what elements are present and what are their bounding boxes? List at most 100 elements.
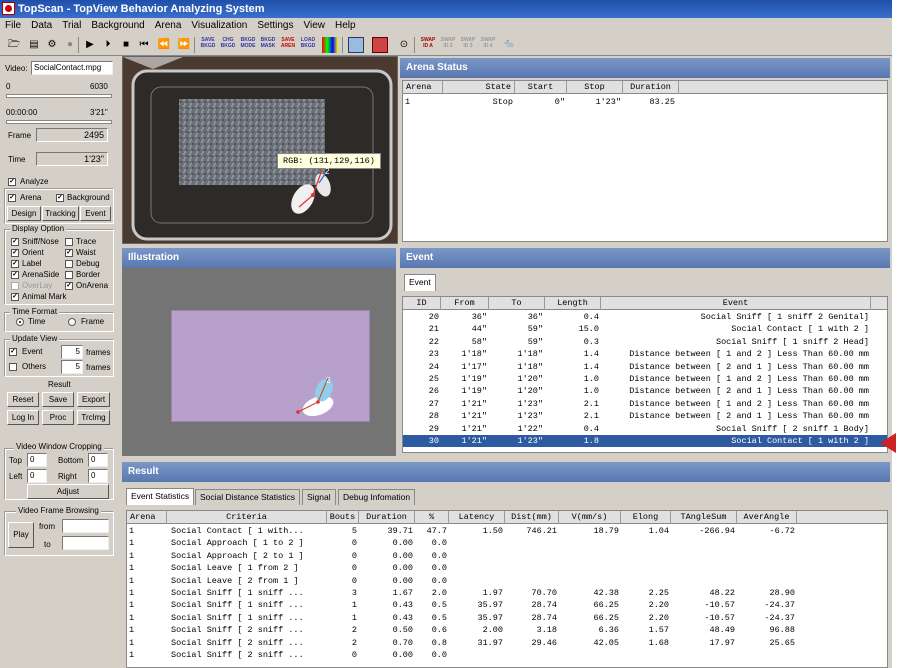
col-arena[interactable]: Arena: [403, 81, 443, 94]
border-checkbox[interactable]: [65, 271, 73, 279]
analyze-checkbox[interactable]: ✓: [8, 178, 16, 186]
table-row[interactable]: 29 1'21" 1'22" 0.4 Social Sniff [ 2 sniff 1 …: [403, 423, 887, 435]
bkgd-mode-icon[interactable]: BKGD MODE: [240, 37, 256, 53]
col-velocity[interactable]: V(mm/s): [559, 511, 621, 524]
reset-button[interactable]: Reset: [7, 392, 39, 407]
frame-slider[interactable]: [6, 94, 112, 98]
col-id[interactable]: ID: [403, 297, 441, 310]
background-checkbox[interactable]: ✓: [56, 194, 64, 202]
trclmg-button[interactable]: Trclmg: [77, 410, 110, 425]
uv-event-checkbox[interactable]: ✓: [9, 348, 17, 356]
video-view[interactable]: RGB: (131,129,116) 2: [122, 56, 398, 244]
adjust-button[interactable]: Adjust: [27, 484, 109, 499]
onarena-checkbox[interactable]: ✓: [65, 282, 73, 290]
menu-data[interactable]: Data: [26, 18, 57, 34]
table-row[interactable]: 1 Social Sniff [ 2 sniff ... 2 0.70 0.8 31.97…: [127, 637, 887, 649]
swap-id3-icon[interactable]: SWAP ID 3: [460, 37, 476, 53]
debug-checkbox[interactable]: [65, 260, 73, 268]
frame-radio[interactable]: [68, 318, 76, 326]
waist-checkbox[interactable]: ✓: [65, 249, 73, 257]
swap-id2-icon[interactable]: SWAP ID 2: [440, 37, 456, 53]
table-row[interactable]: 1 Social Leave [ 2 from 1 ] 0 0.00 0.0: [127, 575, 887, 587]
chg-bkgd-icon[interactable]: CHG BKGD: [220, 37, 236, 53]
orient-checkbox[interactable]: ✓: [11, 249, 19, 257]
table-row[interactable]: 1 Social Sniff [ 2 sniff ... 0 0.00 0.0: [127, 649, 887, 661]
table-row[interactable]: 1 Social Sniff [ 2 sniff ... 2 0.50 0.6 2.00 3…: [127, 624, 887, 636]
table-row[interactable]: 27 1'21" 1'23" 2.1 Distance between [ 1 and …: [403, 398, 887, 410]
crop-right-field[interactable]: 0: [88, 469, 108, 483]
rewind-icon[interactable]: ⏪: [156, 37, 172, 53]
animal-icon[interactable]: 🐀: [502, 37, 518, 53]
load-bkgd-icon[interactable]: LOAD BKGD: [300, 37, 316, 53]
animal-mark-checkbox[interactable]: ✓: [11, 293, 19, 301]
menu-view[interactable]: View: [299, 18, 331, 34]
record-icon[interactable]: ●: [62, 37, 78, 53]
swap-id-icon[interactable]: SWAP ID A: [420, 37, 436, 53]
table-row[interactable]: 1 Social Sniff [ 1 sniff ... 3 1.67 2.0 1.97 7…: [127, 587, 887, 599]
open-folder-icon[interactable]: 🗁: [6, 37, 22, 53]
overlay-checkbox[interactable]: [11, 282, 19, 290]
export-button[interactable]: Export: [77, 392, 110, 407]
table-row[interactable]: 21 44" 59" 15.0 Social Contact [ 1 with 2 ]: [403, 323, 887, 335]
settings-icon[interactable]: ⚙: [44, 37, 60, 53]
tab-social-distance-statistics[interactable]: Social Distance Statistics: [195, 489, 300, 505]
new-file-icon[interactable]: ▤: [26, 37, 42, 53]
menu-help[interactable]: Help: [330, 18, 361, 34]
col-duration[interactable]: Duration: [359, 511, 415, 524]
table-row[interactable]: 30 1'21" 1'23" 1.8 Social Contact [ 1 with 2…: [403, 435, 887, 447]
target-icon[interactable]: ⊙: [396, 37, 412, 53]
tracking-button[interactable]: Tracking: [42, 206, 79, 221]
arena-icon[interactable]: [372, 37, 388, 53]
menu-visualization[interactable]: Visualization: [186, 18, 252, 34]
trace-checkbox[interactable]: [65, 238, 73, 246]
col-percent[interactable]: %: [415, 511, 449, 524]
table-row[interactable]: 28 1'21" 1'23" 2.1 Distance between [ 2 and …: [403, 410, 887, 422]
tab-event-statistics[interactable]: Event Statistics: [126, 488, 195, 505]
uv-others-frames-field[interactable]: 5: [61, 360, 83, 374]
bkgd-mask-icon[interactable]: BKGD MASK: [260, 37, 276, 53]
col-bouts[interactable]: Bouts: [327, 511, 359, 524]
col-dist[interactable]: Dist(mm): [505, 511, 559, 524]
play-button[interactable]: Play: [8, 522, 34, 548]
table-row[interactable]: 1 Social Approach [ 2 to 1 ] 0 0.00 0.0: [127, 550, 887, 562]
browse-from-field[interactable]: [62, 519, 109, 533]
table-row[interactable]: 26 1'19" 1'20" 1.0 Distance between [ 2 and …: [403, 385, 887, 397]
table-row[interactable]: 1 Stop 0" 1'23" 83.25: [403, 96, 887, 108]
col-start[interactable]: Start: [515, 81, 567, 94]
uv-event-frames-field[interactable]: 5: [61, 345, 83, 359]
login-button[interactable]: Log In: [7, 410, 39, 425]
table-row[interactable]: 23 1'18" 1'18" 1.4 Distance between [ 1 and …: [403, 348, 887, 360]
save-arena-icon[interactable]: SAVE AREN: [280, 37, 296, 53]
step-play-icon[interactable]: ⏵: [100, 37, 116, 53]
arena-checkbox[interactable]: ✓: [8, 194, 16, 202]
label-checkbox[interactable]: ✓: [11, 260, 19, 268]
table-row[interactable]: 1 Social Leave [ 1 from 2 ] 0 0.00 0.0: [127, 562, 887, 574]
menu-trial[interactable]: Trial: [57, 18, 86, 34]
browse-to-field[interactable]: [62, 536, 109, 550]
col-duration[interactable]: Duration: [623, 81, 679, 94]
table-row[interactable]: 1 Social Sniff [ 1 sniff ... 1 0.43 0.5 35.97…: [127, 612, 887, 624]
table-row[interactable]: 1 Social Approach [ 1 to 2 ] 0 0.00 0.0: [127, 537, 887, 549]
menu-arena[interactable]: Arena: [150, 18, 187, 34]
crop-left-field[interactable]: 0: [27, 469, 47, 483]
col-to[interactable]: To: [489, 297, 545, 310]
col-averangle[interactable]: AverAngle: [737, 511, 797, 524]
table-row[interactable]: 24 1'17" 1'18" 1.4 Distance between [ 2 and …: [403, 361, 887, 373]
col-from[interactable]: From: [441, 297, 489, 310]
col-state[interactable]: State: [443, 81, 515, 94]
uv-others-checkbox[interactable]: [9, 363, 17, 371]
col-criteria[interactable]: Criteria: [167, 511, 327, 524]
crop-top-field[interactable]: 0: [27, 453, 47, 467]
table-row[interactable]: 20 36" 36" 0.4 Social Sniff [ 1 sniff 2 Geni…: [403, 311, 887, 323]
stop-icon[interactable]: ■: [118, 37, 134, 53]
tab-signal[interactable]: Signal: [302, 489, 336, 505]
col-latency[interactable]: Latency: [449, 511, 505, 524]
time-radio[interactable]: [16, 318, 24, 326]
tab-debug-infomation[interactable]: Debug Infomation: [338, 489, 416, 505]
arenaside-checkbox[interactable]: ✓: [11, 271, 19, 279]
window-icon[interactable]: [348, 37, 364, 53]
crop-bottom-field[interactable]: 0: [88, 453, 108, 467]
col-tanglesum[interactable]: TAngleSum: [671, 511, 737, 524]
proc-button[interactable]: Proc: [42, 410, 74, 425]
menu-settings[interactable]: Settings: [252, 18, 298, 34]
